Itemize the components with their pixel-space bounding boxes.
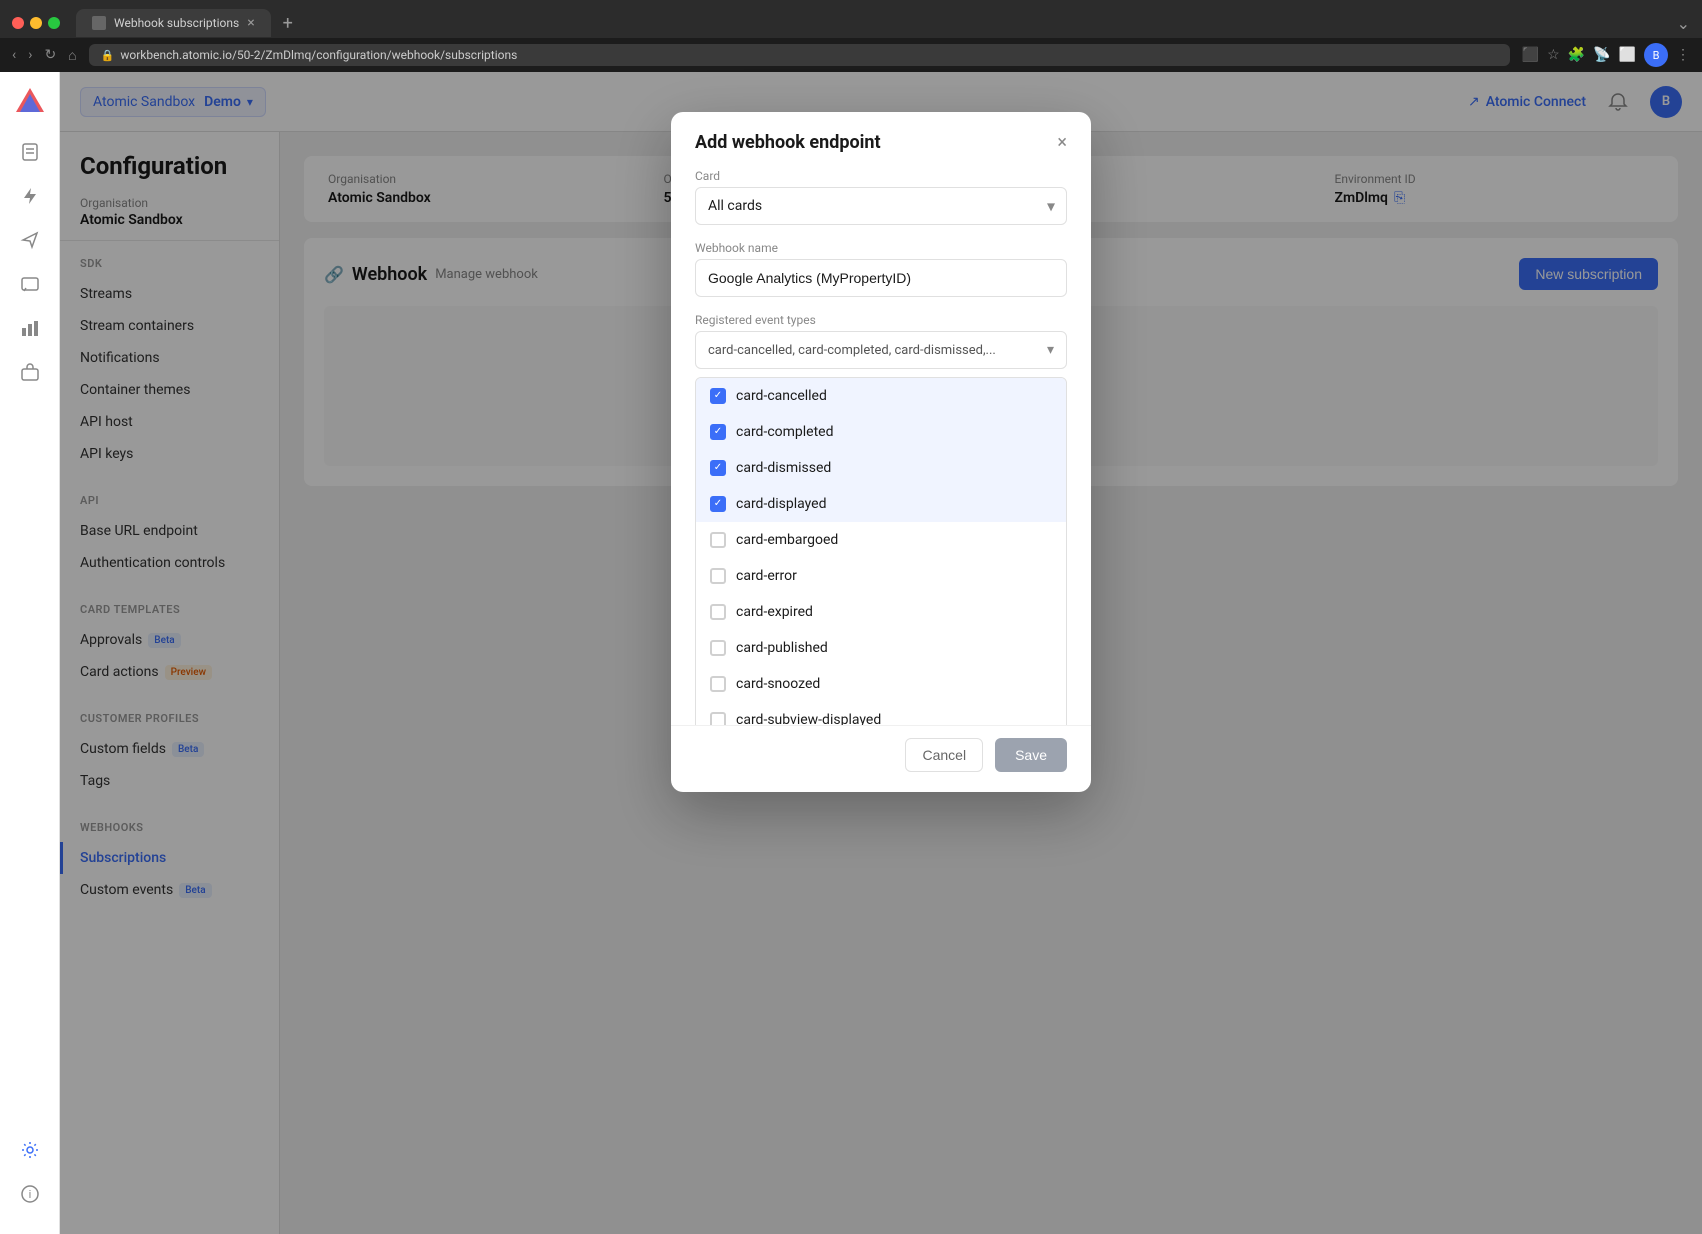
lock-icon: 🔒 xyxy=(101,49,115,62)
svg-text:i: i xyxy=(28,1188,31,1201)
card-select[interactable]: All cards xyxy=(695,187,1067,225)
traffic-lights xyxy=(12,17,60,29)
checkbox-card-subview-displayed[interactable] xyxy=(710,712,726,725)
new-tab-button[interactable]: + xyxy=(279,13,297,34)
modal-close-button[interactable]: × xyxy=(1057,134,1067,152)
modal-header: Add webhook endpoint × xyxy=(671,112,1091,169)
registered-events-form-group: Registered event types card-cancelled, c… xyxy=(695,313,1067,369)
sidebar-icon-message[interactable] xyxy=(10,264,50,304)
sidebar-icon-info[interactable]: i xyxy=(10,1174,50,1214)
url-text: workbench.atomic.io/50-2/ZmDlmq/configur… xyxy=(120,48,517,62)
sidebar-icon-chart[interactable] xyxy=(10,308,50,348)
event-item-card-published[interactable]: card-published xyxy=(696,630,1066,666)
cancel-button[interactable]: Cancel xyxy=(905,738,983,772)
card-form-group: Card All cards xyxy=(695,169,1067,225)
sidebar-icon-briefcase[interactable] xyxy=(10,352,50,392)
webhook-name-form-group: Webhook name xyxy=(695,241,1067,297)
checkbox-card-published[interactable] xyxy=(710,640,726,656)
modal-footer: Cancel Save xyxy=(671,725,1091,792)
icon-sidebar: i xyxy=(0,72,60,1234)
minimize-traffic-light[interactable] xyxy=(30,17,42,29)
address-bar: ‹ › ↻ ⌂ 🔒 workbench.atomic.io/50-2/ZmDlm… xyxy=(0,38,1702,72)
tab-favicon xyxy=(92,16,106,30)
browser-actions: ⬛ ☆ 🧩 📡 ⬜ B ⋮ xyxy=(1522,43,1690,67)
tab-bar: Webhook subscriptions × + ⌄ xyxy=(0,0,1702,38)
checkbox-card-expired[interactable] xyxy=(710,604,726,620)
active-tab[interactable]: Webhook subscriptions × xyxy=(76,9,271,37)
extensions-icon[interactable]: ⬛ xyxy=(1522,47,1539,63)
close-traffic-light[interactable] xyxy=(12,17,24,29)
modal-title: Add webhook endpoint xyxy=(695,132,881,153)
event-item-card-dismissed[interactable]: card-dismissed xyxy=(696,450,1066,486)
forward-button[interactable]: › xyxy=(28,47,32,63)
star-icon[interactable]: ☆ xyxy=(1547,47,1560,63)
checkbox-card-snoozed[interactable] xyxy=(710,676,726,692)
tab-title: Webhook subscriptions xyxy=(114,16,239,30)
add-webhook-modal: Add webhook endpoint × Card All cards We… xyxy=(671,112,1091,792)
reload-button[interactable]: ↻ xyxy=(44,47,56,63)
webhook-name-label: Webhook name xyxy=(695,241,1067,255)
event-item-card-snoozed[interactable]: card-snoozed xyxy=(696,666,1066,702)
event-item-card-subview-displayed[interactable]: card-subview-displayed xyxy=(696,702,1066,725)
app-logo[interactable] xyxy=(12,84,48,120)
sidebar-icon-settings[interactable] xyxy=(10,1130,50,1170)
window-icon[interactable]: ⬜ xyxy=(1619,47,1636,63)
profile-avatar[interactable]: B xyxy=(1644,43,1668,67)
checkbox-card-completed[interactable] xyxy=(710,424,726,440)
checkbox-card-embargoed[interactable] xyxy=(710,532,726,548)
puzzle-icon[interactable]: 🧩 xyxy=(1568,47,1585,63)
registered-events-selector[interactable]: card-cancelled, card-completed, card-dis… xyxy=(695,331,1067,369)
browser-chrome: Webhook subscriptions × + ⌄ ‹ › ↻ ⌂ 🔒 wo… xyxy=(0,0,1702,72)
registered-events-label: Registered event types xyxy=(695,313,1067,327)
checkbox-card-error[interactable] xyxy=(710,568,726,584)
checkbox-card-cancelled[interactable] xyxy=(710,388,726,404)
events-chevron-icon: ▾ xyxy=(1047,342,1054,358)
maximize-traffic-light[interactable] xyxy=(48,17,60,29)
webhook-name-input[interactable] xyxy=(695,259,1067,297)
event-item-card-completed[interactable]: card-completed xyxy=(696,414,1066,450)
tab-close-icon[interactable]: × xyxy=(247,15,254,31)
modal-overlay: Add webhook endpoint × Card All cards We… xyxy=(60,72,1702,1234)
event-item-card-error[interactable]: card-error xyxy=(696,558,1066,594)
menu-icon[interactable]: ⋮ xyxy=(1676,47,1690,63)
sidebar-icon-documents[interactable] xyxy=(10,132,50,172)
event-item-card-cancelled[interactable]: card-cancelled xyxy=(696,378,1066,414)
checkbox-card-displayed[interactable] xyxy=(710,496,726,512)
events-dropdown-panel: card-cancelled card-completed card-dismi… xyxy=(695,377,1067,725)
card-label: Card xyxy=(695,169,1067,183)
url-field[interactable]: 🔒 workbench.atomic.io/50-2/ZmDlmq/config… xyxy=(89,44,1510,66)
cast-icon[interactable]: 📡 xyxy=(1593,47,1610,63)
checkbox-card-dismissed[interactable] xyxy=(710,460,726,476)
tab-chevron-icon[interactable]: ⌄ xyxy=(1677,14,1690,33)
event-item-card-embargoed[interactable]: card-embargoed xyxy=(696,522,1066,558)
event-item-card-expired[interactable]: card-expired xyxy=(696,594,1066,630)
save-button[interactable]: Save xyxy=(995,738,1067,772)
sidebar-icon-lightning[interactable] xyxy=(10,176,50,216)
sidebar-icon-send[interactable] xyxy=(10,220,50,260)
home-button[interactable]: ⌂ xyxy=(68,47,76,64)
card-select-wrapper: All cards xyxy=(695,187,1067,225)
modal-body: Card All cards Webhook name Registered e… xyxy=(671,169,1091,725)
back-button[interactable]: ‹ xyxy=(12,47,16,63)
event-item-card-displayed[interactable]: card-displayed xyxy=(696,486,1066,522)
